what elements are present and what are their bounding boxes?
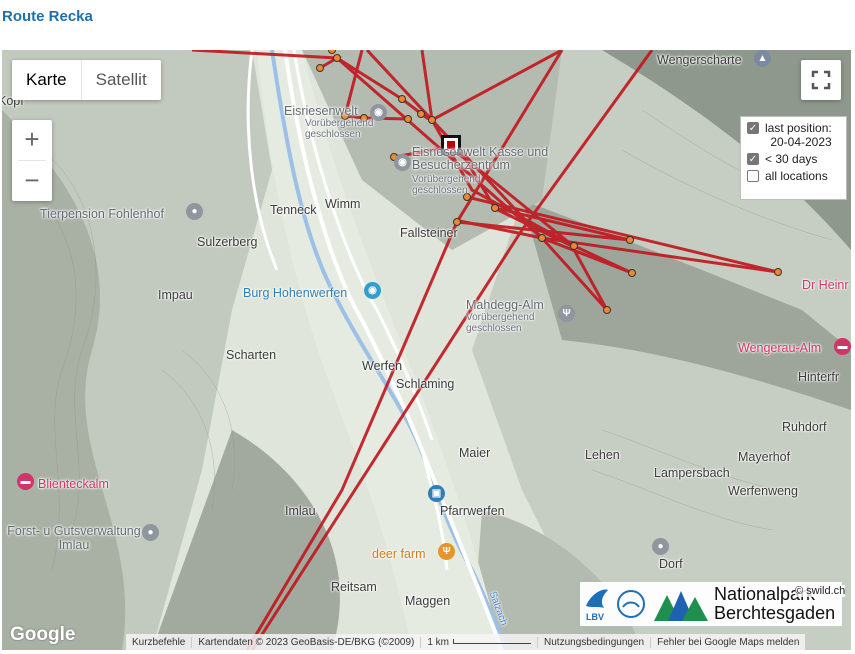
scale-label: 1 km: [427, 636, 450, 648]
place-mayerhof: Mayerhof: [738, 450, 791, 464]
recent-label: < 30 days: [765, 152, 818, 166]
place-sulzerberg: Sulzerberg: [197, 235, 258, 249]
place-hinterfr: Hinterfr: [798, 370, 839, 384]
fullscreen-button[interactable]: [801, 60, 841, 100]
swild-credit[interactable]: © swild.ch: [795, 585, 846, 597]
place-ruhdorf: Ruhdorf: [782, 420, 827, 434]
last-position-checkbox[interactable]: ✓: [747, 122, 759, 134]
place-lehen: Lehen: [585, 448, 620, 462]
place-blienteckalm: Blienteckalm: [38, 477, 109, 491]
map-footer: Kurzbefehle Kartendaten © 2023 GeoBasis-…: [126, 634, 806, 650]
map-type-satellit[interactable]: Satellit: [82, 60, 161, 100]
camera-icon[interactable]: ◉: [394, 154, 411, 171]
place-pin-icon[interactable]: ●: [142, 524, 159, 541]
zoom-in-button[interactable]: +: [12, 120, 52, 160]
place-maggen: Maggen: [405, 594, 451, 608]
place-dr-heinr: Dr Heinr: [802, 278, 849, 292]
google-logo: Google: [10, 624, 76, 645]
place-pfarrwerfen: Pfarrwerfen: [440, 504, 505, 518]
place-burg-hohenwerfen: Burg Hohenwerfen: [243, 286, 348, 300]
map-canvas[interactable]: Wengerscharte ▲ Kopf Eisriesenwelt ◉ Vor…: [2, 50, 851, 650]
place-reitsam: Reitsam: [331, 580, 377, 594]
place-dorf: Dorf: [659, 557, 683, 571]
legend-panel: ✓ last position: 20-04-2023 ✓ < 30 days …: [740, 116, 847, 200]
place-eisriesenwelt-kasse-status: Vorübergehend geschlossen: [412, 174, 481, 196]
place-impau: Impau: [158, 288, 193, 302]
place-lampersbach: Lampersbach: [654, 466, 730, 480]
all-locations-checkbox[interactable]: [747, 170, 759, 182]
map-type-control: Karte Satellit: [12, 60, 161, 100]
place-deer-farm: deer farm: [372, 547, 426, 561]
place-wimm: Wimm: [325, 197, 361, 211]
mountain-pin-icon: ▲: [754, 50, 771, 67]
zoom-control: + −: [12, 120, 52, 201]
place-werfenweng: Werfenweng: [728, 484, 798, 498]
place-eisriesenwelt-status: Vorübergehend geschlossen: [305, 118, 374, 140]
bus-stop-icon[interactable]: ▣: [428, 485, 445, 502]
lbv-bird-icon: LBV: [586, 589, 608, 622]
svg-text:LBV: LBV: [586, 612, 604, 622]
place-wengerau-alm: Wengerau-Alm: [738, 341, 822, 355]
projekt-seal-icon: [617, 590, 645, 618]
keyboard-shortcuts-link[interactable]: Kurzbefehle: [126, 636, 193, 648]
camera-icon[interactable]: ◉: [364, 282, 381, 299]
place-tenneck: Tenneck: [270, 203, 317, 217]
place-werfen: Werfen: [362, 359, 403, 373]
page-title: Route Recka: [2, 8, 93, 25]
nationalpark-line2: Berchtesgaden: [714, 603, 836, 623]
last-position-date: 20-04-2023: [770, 135, 832, 149]
scale-bar: [453, 639, 532, 645]
place-maier: Maier: [459, 446, 491, 460]
place-eisriesenwelt: Eisriesenwelt: [284, 104, 358, 118]
map-data-attribution: Kartendaten © 2023 GeoBasis-DE/BKG (©200…: [192, 636, 422, 648]
fullscreen-icon: [811, 70, 831, 90]
route-layer: [191, 50, 782, 650]
terms-link[interactable]: Nutzungsbedingungen: [538, 636, 652, 648]
bed-icon[interactable]: ▬: [834, 338, 851, 355]
scale-indicator[interactable]: 1 km: [421, 636, 539, 648]
last-position-label: last position:: [765, 121, 832, 135]
report-error-link[interactable]: Fehler bei Google Maps melden: [651, 637, 805, 648]
bed-icon[interactable]: ▬: [17, 473, 34, 490]
place-pin-icon[interactable]: ●: [186, 203, 203, 220]
all-locations-label: all locations: [765, 169, 828, 183]
map-type-karte[interactable]: Karte: [12, 60, 82, 100]
place-pin-icon[interactable]: ●: [652, 538, 669, 555]
restaurant-icon[interactable]: Ψ: [438, 543, 455, 560]
zoom-out-button[interactable]: −: [12, 161, 52, 201]
place-eisriesenwelt-kasse: Eisriesenwelt Kasse und Besucherzentrum: [412, 145, 549, 172]
place-fallsteiner: Fallsteiner: [400, 226, 458, 240]
place-imlau: Imlau: [285, 504, 316, 518]
place-forst-gutsverwaltung: Forst- u Gutsverwaltung Imlau: [7, 524, 141, 552]
place-schlaming: Schlaming: [396, 377, 455, 391]
recent-checkbox[interactable]: ✓: [747, 153, 759, 165]
place-mahdegg-status: Vorübergehend geschlossen: [466, 312, 535, 334]
place-scharten: Scharten: [226, 348, 277, 362]
restaurant-icon[interactable]: Ψ: [558, 305, 575, 322]
place-tierpension: Tierpension Fohlenhof: [40, 207, 164, 221]
nationalpark-logo-icon: [654, 591, 708, 621]
place-wengerscharte: Wengerscharte: [657, 53, 742, 67]
place-mahdegg-alm: Mahdegg-Alm: [466, 298, 544, 312]
